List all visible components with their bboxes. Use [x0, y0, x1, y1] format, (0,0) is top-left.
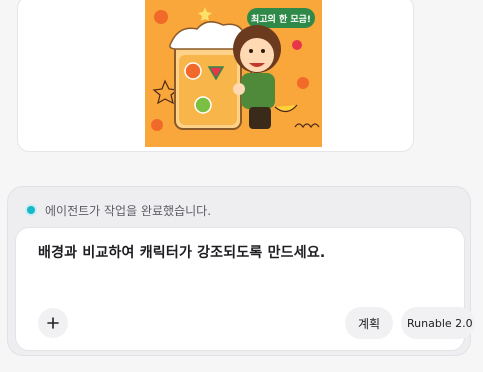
agent-status: 에이전트가 작업을 완료했습니다.	[27, 202, 211, 218]
illustration-badge: 최고의 한 모금!	[251, 13, 311, 25]
plan-button[interactable]: 계획	[345, 307, 393, 339]
character-illustration[interactable]: 최고의 한 모금!	[145, 0, 322, 147]
composer-panel: 에이전트가 작업을 완료했습니다. 배경과 비교하여 캐릭터가 강조되도록 만드…	[7, 186, 475, 356]
status-text: 에이전트가 작업을 완료했습니다.	[45, 203, 212, 218]
status-dot-icon	[27, 206, 35, 214]
add-attachment-button[interactable]	[38, 308, 68, 338]
plus-icon	[47, 317, 59, 329]
message-input[interactable]: 배경과 비교하여 캐릭터가 강조되도록 만드세요. 계획 Runable 2.0	[15, 227, 475, 351]
message-text[interactable]: 배경과 비교하여 캐릭터가 강조되도록 만드세요.	[38, 242, 325, 262]
model-selector-button[interactable]: Runable 2.0	[401, 307, 475, 339]
generated-image-card: 최고의 한 모금!	[17, 0, 414, 152]
